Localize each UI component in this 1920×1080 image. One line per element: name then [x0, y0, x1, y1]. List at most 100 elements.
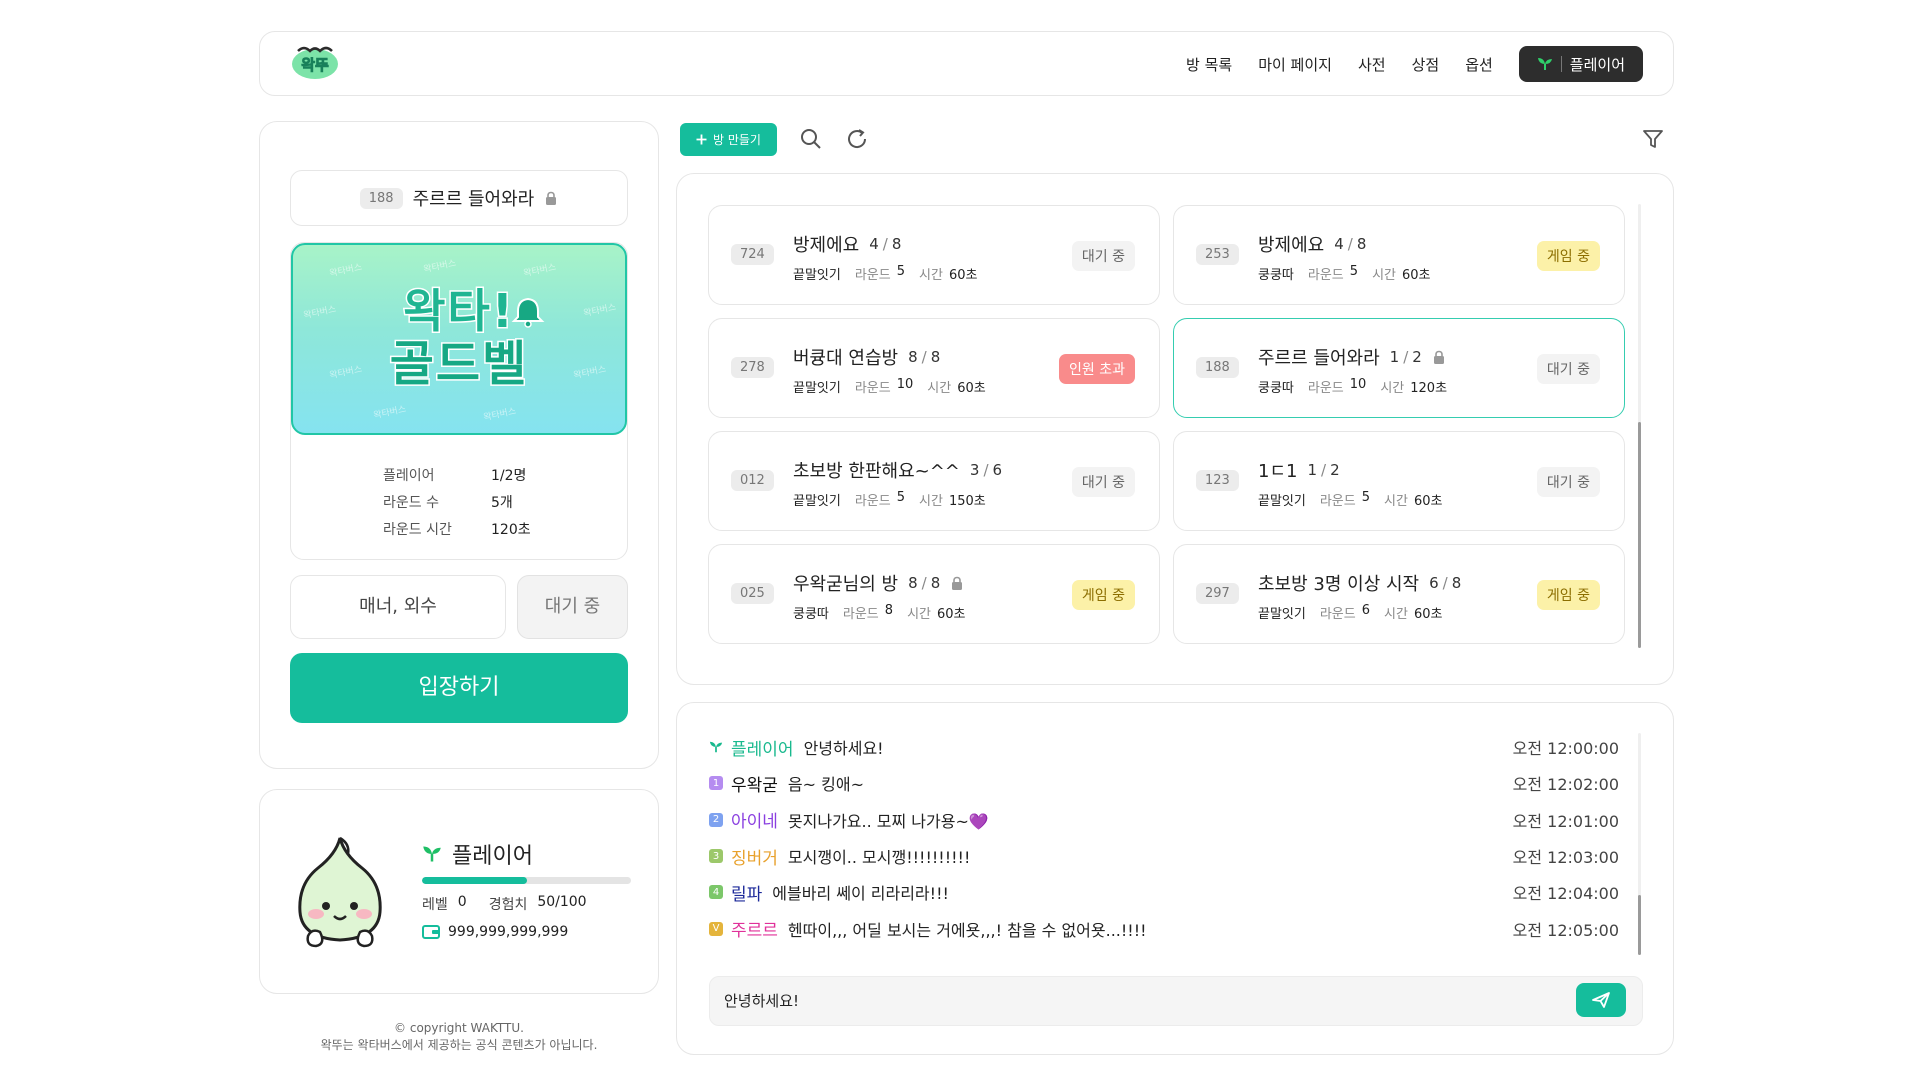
- lock-icon: [1433, 350, 1444, 364]
- room-player-count: 4/8: [869, 235, 901, 253]
- current-players: 4: [1334, 235, 1344, 253]
- room-title-row: 버큥대 연습방 8/8: [793, 344, 940, 370]
- room-card[interactable]: 188 주르르 들어와라 1/2 쿵쿵따 라운드 10 시간 120초 대기 중: [1173, 318, 1625, 418]
- room-title: 1ㄷ1: [1258, 461, 1298, 482]
- chat-text: 안녕하세요!: [803, 739, 884, 759]
- time-label: 시간: [919, 268, 943, 283]
- time-value: 60초: [1413, 494, 1443, 509]
- plus-icon: [696, 134, 707, 145]
- room-card[interactable]: 123 1ㄷ1 1/2 끝말잇기 라운드 5 시간 60초 대기 중: [1173, 431, 1625, 531]
- send-button[interactable]: [1576, 983, 1626, 1017]
- room-status-badge: 대기 중: [1536, 467, 1600, 497]
- nav-options[interactable]: 옵션: [1465, 54, 1493, 75]
- money-info: 999,999,999,999: [422, 924, 568, 940]
- room-status-badge: 대기 중: [1071, 467, 1135, 497]
- room-player-count: 6/8: [1429, 574, 1461, 592]
- round-count: 5: [1361, 490, 1371, 505]
- chat-panel: 플레이어 안녕하세요! 오전 12:00:00 1 우왁굳 음~ 킹애~ 오전 12:02:…: [676, 702, 1674, 1055]
- room-list-panel: 724 방제에요 4/8 끝말잇기 라운드 5 시간 60초 대기 중 253 방제에요 4/8 쿵쿵따…: [676, 173, 1674, 685]
- create-room-button[interactable]: 방 만들기: [680, 123, 777, 156]
- room-meta: 쿵쿵따 라운드 5 시간 60초: [1258, 264, 1431, 283]
- nav-dictionary[interactable]: 사전: [1358, 54, 1386, 75]
- chat-sender[interactable]: 고세구: [731, 952, 778, 955]
- top-navigation-bar: 왁뚜 방 목록 마이 페이지 사전 상점 옵션 플레이어: [259, 31, 1674, 96]
- selected-room-title: 188 주르르 들어와라: [290, 170, 628, 226]
- count-separator: /: [882, 235, 888, 253]
- refresh-icon[interactable]: [845, 127, 869, 151]
- chat-timestamp: 오전 12:02:00: [1512, 775, 1619, 795]
- time-value: 60초: [948, 268, 978, 283]
- room-card[interactable]: 012 초보방 한판해요~^^ 3/6 끝말잇기 라운드 5 시간 150초 대기 중: [708, 431, 1160, 531]
- count-separator: /: [983, 461, 989, 479]
- stat-label: 라운드 시간: [383, 521, 452, 538]
- room-title: 주르르 들어와라: [412, 189, 535, 210]
- game-mode: 쿵쿵따: [793, 607, 829, 622]
- player-menu-button[interactable]: 플레이어: [1518, 46, 1643, 82]
- room-title-row: 우왁굳님의 방 8/8: [793, 570, 964, 596]
- room-meta: 쿵쿵따 라운드 8 시간 60초: [793, 603, 966, 622]
- room-status-badge: 게임 중: [1536, 241, 1600, 271]
- max-players: 8: [1451, 574, 1462, 592]
- room-card[interactable]: 025 우왁굳님의 방 8/8 쿵쿵따 라운드 8 시간 60초 게임 중: [708, 544, 1160, 644]
- round-count: 5: [896, 264, 906, 279]
- room-player-count: 1/2: [1307, 461, 1339, 479]
- nav-room-list[interactable]: 방 목록: [1186, 54, 1232, 75]
- time-label: 시간: [927, 381, 952, 396]
- time-label: 시간: [1384, 494, 1408, 509]
- time-value: 150초: [948, 494, 986, 509]
- chat-scroll-thumb[interactable]: [1638, 895, 1641, 955]
- room-password-field[interactable]: 매너, 외수: [290, 575, 506, 639]
- chat-timestamp: 오전 12:03:00: [1512, 848, 1619, 868]
- nav-my-page[interactable]: 마이 페이지: [1258, 54, 1332, 75]
- banner-watermark: 왁타버스: [328, 262, 364, 280]
- banner-watermark: 왁타버스: [522, 262, 558, 280]
- search-icon[interactable]: [799, 127, 823, 151]
- chat-text: 하이 빠끄르: [788, 953, 867, 955]
- current-players: 1: [1389, 348, 1400, 366]
- room-title: 초보방 3명 이상 시작: [1258, 574, 1420, 595]
- chat-sender[interactable]: 플레이어: [731, 735, 794, 760]
- game-mode: 끝말잇기: [793, 268, 841, 283]
- chat-input[interactable]: 안녕하세요!: [709, 976, 1643, 1026]
- wakttu-logo[interactable]: 왁뚜: [290, 43, 340, 83]
- chat-sender[interactable]: 주르르: [731, 916, 778, 941]
- room-card[interactable]: 253 방제에요 4/8 쿵쿵따 라운드 5 시간 60초 게임 중: [1173, 205, 1625, 305]
- room-player-count: 3/6: [970, 461, 1002, 479]
- stat-label: 플레이어: [383, 467, 435, 484]
- room-number-badge: 724: [731, 244, 774, 265]
- time-label: 시간: [919, 494, 943, 509]
- svg-text:왁뚜: 왁뚜: [301, 56, 329, 74]
- room-card[interactable]: 278 버큥대 연습방 8/8 끝말잇기 라운드 10 시간 60초 인원 초과: [708, 318, 1160, 418]
- game-mode: 끝말잇기: [1258, 607, 1306, 622]
- room-list-scroll-thumb[interactable]: [1638, 422, 1641, 648]
- chat-text: 헨따이,,, 어딜 보시는 거에욧,,,! 참을 수 없어욧...!!!!: [787, 920, 1147, 940]
- room-status-badge: 대기 중: [1536, 354, 1600, 384]
- nav-shop[interactable]: 상점: [1412, 54, 1440, 75]
- max-players: 8: [930, 348, 941, 366]
- chat-message: 고세구 하이 빠끄르 오전 12:06:00: [709, 947, 1629, 955]
- room-player-count: 1/2: [1390, 348, 1422, 366]
- bell-icon: [511, 297, 545, 328]
- lock-icon: [952, 576, 963, 590]
- chat-sender[interactable]: 우왁굳: [731, 771, 778, 796]
- chat-sender[interactable]: 릴파: [731, 880, 762, 905]
- room-number-badge: 278: [731, 357, 774, 378]
- count-separator: /: [921, 574, 927, 592]
- chat-sender[interactable]: 징버거: [731, 844, 778, 869]
- game-mode: 끝말잇기: [793, 381, 841, 396]
- lock-icon: [546, 191, 557, 205]
- room-card[interactable]: 724 방제에요 4/8 끝말잇기 라운드 5 시간 60초 대기 중: [708, 205, 1160, 305]
- filter-icon[interactable]: [1641, 127, 1665, 151]
- send-icon: [1592, 992, 1610, 1008]
- profile-panel: 플레이어 레벨 0 경험치 50/100 999,999,999,999: [259, 789, 659, 994]
- banner-watermark: 왁타버스: [422, 258, 458, 276]
- room-card[interactable]: 297 초보방 3명 이상 시작 6/8 끝말잇기 라운드 6 시간 60초 게임 중: [1173, 544, 1625, 644]
- chat-timestamp: 오전 12:00:00: [1512, 739, 1619, 759]
- room-number-badge: 188: [359, 187, 403, 209]
- room-stats: 플레이어 1/2명 라운드 수 5개 라운드 시간 120초: [383, 461, 531, 542]
- round-count: 10: [1349, 377, 1367, 392]
- sprout-icon: [709, 741, 723, 753]
- chat-sender[interactable]: 아이네: [731, 807, 778, 832]
- enter-room-button[interactable]: 입장하기: [290, 653, 628, 723]
- room-meta: 끝말잇기 라운드 6 시간 60초: [1258, 603, 1442, 622]
